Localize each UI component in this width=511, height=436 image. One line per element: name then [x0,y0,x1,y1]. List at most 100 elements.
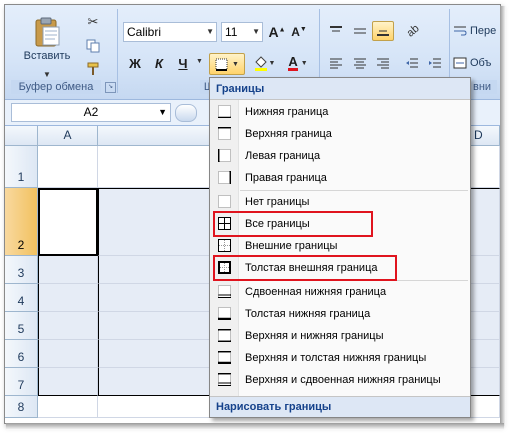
scissors-icon: ✂ [87,14,99,29]
row-header-5[interactable]: 5 [5,312,38,340]
thick-bottom-border-icon [218,307,231,320]
menu-item-label: Толстая нижняя граница [245,308,371,320]
cell-a6[interactable] [38,340,98,368]
decrease-indent-button[interactable] [401,53,423,73]
bold-button[interactable]: Ж [124,53,146,73]
chevron-down-icon: ▼ [300,59,308,67]
menu-item-label: Сдвоенная нижняя граница [245,286,387,298]
clipboard-icon [35,17,60,47]
font-name-value: Calibri [127,25,162,39]
select-all-corner[interactable] [5,126,38,146]
formula-bar-grip[interactable] [175,104,197,122]
font-color-button[interactable]: A ▼ [283,53,313,73]
font-size-combo[interactable]: 11 ▼ [221,22,263,42]
top-double-bottom-border-icon [218,373,231,386]
menu-item-label: Правая граница [245,172,327,184]
column-header-a[interactable]: A [38,126,98,146]
merge-cells-icon [453,57,467,69]
cut-button[interactable]: ✂ [83,13,103,31]
fill-color-button[interactable]: ▼ [249,53,279,73]
chevron-down-icon: ▼ [206,27,214,36]
align-top-button[interactable] [325,21,347,41]
shrink-font-icon: A▼ [291,25,307,39]
cell-a1[interactable] [38,146,98,188]
menu-item-bottom-border[interactable]: Нижняя граница [210,101,470,123]
grow-font-icon: A▲ [268,24,286,40]
window-shadow-bottom [6,423,504,430]
align-left-button[interactable] [325,53,347,73]
menu-item-top-bottom-border[interactable]: Верхняя и нижняя границы [210,325,470,347]
align-middle-button[interactable] [349,21,371,41]
row-header-4[interactable]: 4 [5,284,38,312]
align-bottom-button[interactable] [372,21,394,41]
merge-cells-button[interactable]: Объ [452,53,500,73]
row-header-2[interactable]: 2 [5,188,38,256]
grow-font-button[interactable]: A▲ [267,22,287,42]
menu-item-no-border[interactable]: Нет границы [210,191,470,213]
format-painter-button[interactable] [83,60,103,78]
draw-borders-section[interactable]: Нарисовать границы [210,396,470,417]
row-number: 4 [17,294,25,308]
align-middle-icon [354,28,366,34]
underline-button[interactable]: Ч [172,53,194,73]
cell-a4[interactable] [38,284,98,312]
menu-item-double-bottom-border[interactable]: Сдвоенная нижняя граница [210,281,470,303]
cell-a8[interactable] [38,396,98,418]
name-box[interactable]: A2 ▼ [11,103,171,122]
name-box-value: A2 [83,105,99,119]
row-header-6[interactable]: 6 [5,340,38,368]
clipboard-dialog-launcher[interactable]: ↘ [105,82,116,93]
paste-dropdown-arrow[interactable]: ▼ [43,70,51,79]
italic-label: К [155,55,163,71]
cell-a7[interactable] [38,368,98,396]
merge-cells-label: Объ [470,57,492,69]
menu-item-top-border[interactable]: Верхняя граница [210,123,470,145]
cell-a2[interactable] [38,188,98,256]
cell-a5[interactable] [38,312,98,340]
borders-menu-title: Границы [210,78,470,100]
row-header-8[interactable]: 8 [5,396,38,418]
row-number: 7 [17,378,25,392]
menu-item-thick-bottom-border[interactable]: Толстая нижняя граница [210,303,470,325]
cell-a3[interactable] [38,256,98,284]
clipboard-group-title: Буфер обмена [11,80,101,94]
column-header-d[interactable]: D [470,126,500,146]
underline-dropdown-arrow[interactable]: ▼ [196,58,203,65]
increase-indent-button[interactable] [424,53,446,73]
row-number: 3 [17,266,25,280]
menu-item-top-thick-bottom-border[interactable]: Верхняя и толстая нижняя границы [210,347,470,369]
menu-item-outside-borders[interactable]: Внешние границы [210,235,470,257]
underline-label: Ч [178,55,188,71]
shrink-font-button[interactable]: A▼ [289,22,309,42]
menu-item-left-border[interactable]: Левая граница [210,145,470,167]
copy-icon [86,39,100,53]
no-border-icon [218,195,231,208]
row-number: 5 [17,322,25,336]
menu-item-top-double-bottom-border[interactable]: Верхняя и сдвоенная нижняя границы [210,369,470,391]
borders-button[interactable]: ▼ [209,53,245,75]
paste-button[interactable]: Вставить [21,9,73,69]
row-header-1[interactable]: 1 [5,146,38,188]
row-header-7[interactable]: 7 [5,368,38,396]
column-header-b[interactable] [98,126,210,146]
row-header-3[interactable]: 3 [5,256,38,284]
wrap-text-icon [454,26,467,36]
chevron-down-icon: ▼ [268,59,276,67]
top-border-icon [218,127,231,140]
chevron-down-icon: ▼ [158,107,167,117]
copy-button[interactable] [83,37,103,55]
menu-item-right-border[interactable]: Правая граница [210,167,470,189]
top-bottom-border-icon [218,329,231,342]
orientation-button[interactable]: ab [401,21,425,41]
wrap-text-button[interactable]: Пере [452,21,500,41]
font-name-combo[interactable]: Calibri ▼ [123,22,217,42]
chevron-down-icon: ▼ [232,60,239,68]
align-right-icon [377,58,389,69]
decrease-indent-icon [406,58,418,68]
align-right-button[interactable] [372,53,394,73]
align-bottom-icon [377,30,389,36]
italic-button[interactable]: К [148,53,170,73]
align-center-icon [354,58,366,69]
paste-label: Вставить [23,50,71,62]
align-center-button[interactable] [349,53,371,73]
